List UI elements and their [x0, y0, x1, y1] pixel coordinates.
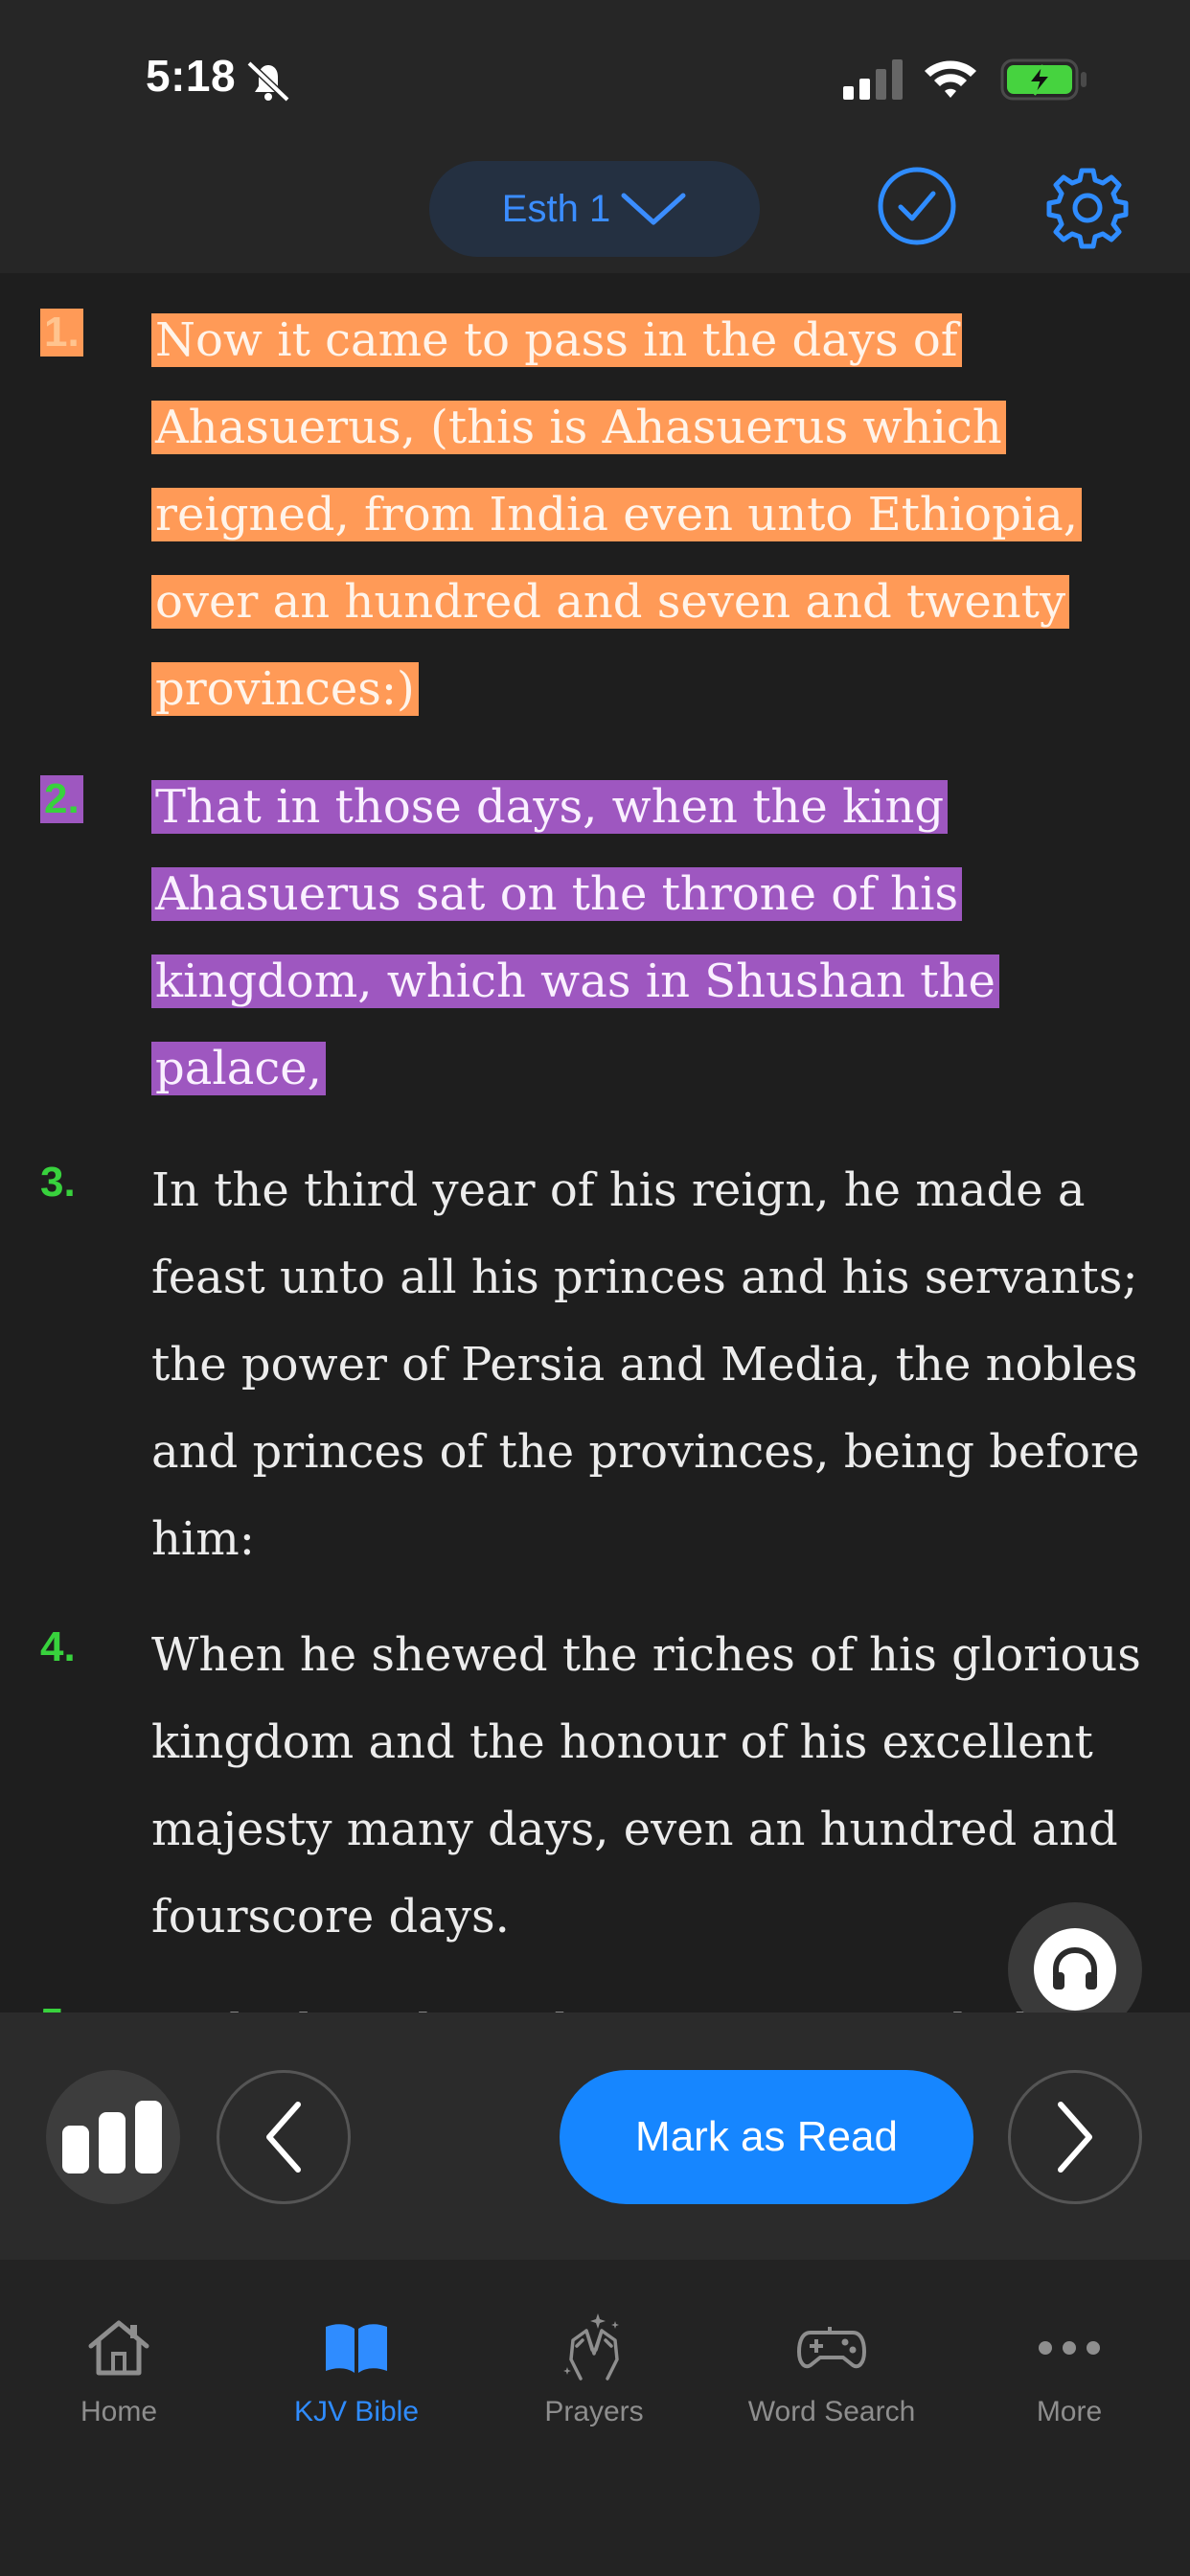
book-chapter-label: Esth 1: [501, 187, 611, 230]
previous-chapter-button[interactable]: [217, 2070, 351, 2204]
verse-number: 1.: [40, 309, 83, 356]
bar-chart-icon: [62, 2101, 162, 2174]
gear-icon: [1046, 168, 1129, 249]
settings-button[interactable]: [1044, 165, 1131, 251]
home-icon: [88, 2320, 149, 2376]
verse-number: 2.: [40, 775, 83, 823]
verse-number: 5.: [40, 2000, 76, 2012]
chevron-right-icon: [1058, 2102, 1092, 2173]
battery-charging-icon: [1000, 58, 1088, 106]
verse-text: Now it came to pass in the days of Ahasu…: [151, 297, 1157, 733]
tab-home[interactable]: Home: [13, 2310, 224, 2428]
tab-label: More: [1036, 2396, 1103, 2427]
verse-text: When he shewed the riches of his gloriou…: [151, 1628, 1141, 1944]
tab-more[interactable]: More: [964, 2310, 1175, 2428]
verse-number: 3.: [40, 1159, 76, 1206]
wifi-icon: [922, 56, 979, 104]
verse-text: That in those days, when the king Ahasue…: [151, 764, 1157, 1113]
silent-bell-icon: [241, 58, 295, 108]
tab-label: Prayers: [544, 2396, 644, 2427]
more-dots-icon: [1039, 2341, 1100, 2355]
tab-label: KJV Bible: [293, 2396, 420, 2427]
mark-complete-button[interactable]: [874, 163, 960, 249]
progress-stats-button[interactable]: [46, 2070, 180, 2204]
tab-label: Home: [80, 2396, 158, 2427]
chevron-left-icon: [266, 2102, 301, 2173]
tab-prayers[interactable]: Prayers: [489, 2310, 699, 2428]
book-chapter-selector[interactable]: Esth 1: [429, 161, 760, 257]
chevron-down-icon: [621, 193, 686, 225]
cell-signal-icon: [843, 59, 903, 100]
verse-text: And when these days were expired, the ki…: [151, 1989, 1157, 2012]
praying-hands-icon: [563, 2313, 619, 2380]
tab-kjv-bible[interactable]: KJV Bible: [251, 2310, 462, 2428]
verse-number: 4.: [40, 1623, 76, 1670]
verse-text: In the third year of his reign, he made …: [151, 1163, 1140, 1566]
mark-as-read-button[interactable]: Mark as Read: [560, 2070, 973, 2204]
check-circle-icon: [878, 167, 956, 245]
tab-word-search[interactable]: Word Search: [726, 2310, 937, 2428]
tab-label: Word Search: [747, 2396, 916, 2427]
bible-icon: [326, 2324, 387, 2373]
chapter-content[interactable]: 1. Now it came to pass in the days of Ah…: [0, 273, 1190, 2012]
gamepad-icon: [797, 2327, 866, 2369]
status-time: 5:18: [146, 51, 237, 101]
headphones-icon: [1053, 1946, 1097, 1990]
next-chapter-button[interactable]: [1008, 2070, 1142, 2204]
